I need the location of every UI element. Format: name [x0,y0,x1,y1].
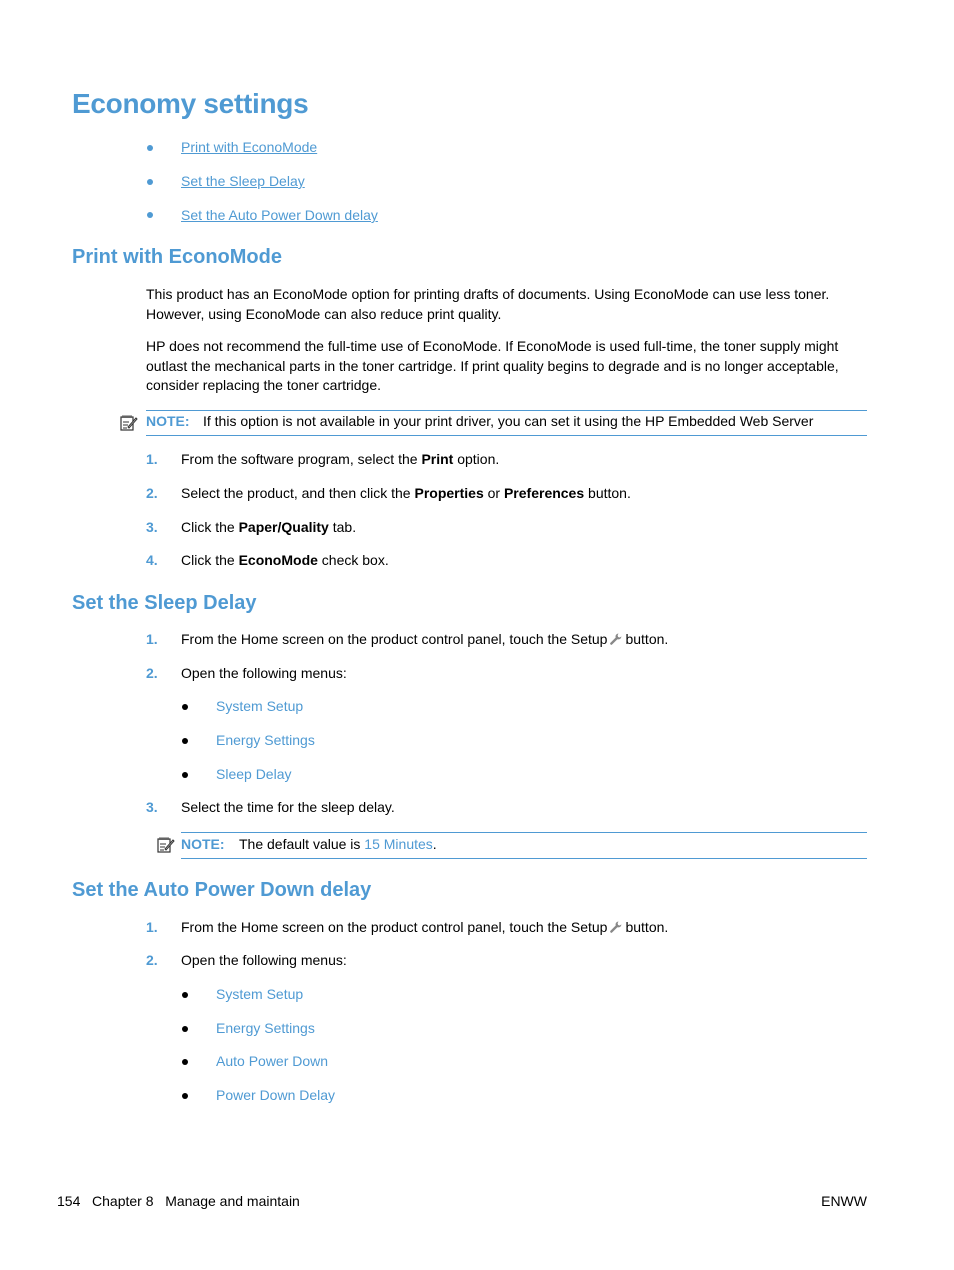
step-number: 1. [146,451,158,467]
step-text: Click the EconoMode check box. [181,552,389,568]
step-number: 3. [146,519,158,535]
chapter-title: Manage and maintain [165,1193,300,1209]
toc-link-autopower[interactable]: Set the Auto Power Down delay [181,207,378,223]
step-text: Open the following menus: [181,665,347,681]
note-text-part: . [432,836,437,852]
footer-right: ENWW [821,1193,867,1209]
note-text: The default value is 15 Minutes. [239,836,437,852]
toc-link-econo[interactable]: Print with EconoMode [181,139,317,155]
menu-item-sleep-delay: Sleep Delay [216,766,292,782]
step-text-part: Select the product, and then click the [181,485,415,501]
step-number: 1. [146,631,158,647]
bullet [182,704,188,710]
step-number: 2. [146,665,158,681]
note-top-rule [181,832,867,833]
bullet [147,212,153,218]
bullet [182,738,188,744]
note-label: NOTE: [146,413,190,429]
note-bottom-rule [146,435,867,436]
section-heading-autopower: Set the Auto Power Down delay [72,879,372,901]
section-heading-sleep: Set the Sleep Delay [72,592,257,614]
note-pencil-icon [120,415,138,431]
step-number: 1. [146,919,158,935]
step-text: Select the time for the sleep delay. [181,799,395,815]
step-text-part: tab. [328,519,357,535]
step-number: 2. [146,485,158,501]
step-text-part: check box. [317,552,389,568]
step-number: 4. [146,552,158,568]
ui-term: Paper/Quality [238,519,329,535]
bullet [182,1026,188,1032]
step-number: 2. [146,952,158,968]
bullet [147,145,153,151]
note-bottom-rule [181,858,867,859]
step-text-part: button. [625,919,669,935]
bullet [147,179,153,185]
step-text-part: Click the [181,552,239,568]
step-text: Open the following menus: [181,952,347,968]
menu-item-energy-settings: Energy Settings [216,1020,315,1036]
step-text: Select the product, and then click the P… [181,485,631,501]
menu-item-system-setup: System Setup [216,698,304,714]
paragraph: HP does not recommend the full-time use … [146,338,839,393]
step-text-part: or [483,485,504,501]
menu-item-power-down-delay: Power Down Delay [216,1087,336,1103]
bullet [182,1093,188,1099]
step-text-part: button. [625,631,669,647]
bullet [182,1059,188,1065]
step-text-part: Click the [181,519,239,535]
chapter-label: Chapter 8 [92,1193,154,1209]
page-number: 154 [57,1193,81,1209]
note-text-part: The default value is [239,836,365,852]
wrench-icon [610,633,622,645]
step-text: From the Home screen on the product cont… [181,631,668,647]
bullet [182,772,188,778]
bullet [182,992,188,998]
step-text: From the software program, select the Pr… [181,451,499,467]
step-text-part: From the Home screen on the product cont… [181,919,608,935]
page-title: Economy settings [72,88,309,119]
paragraph: This product has an EconoMode option for… [146,286,830,322]
wrench-icon [610,921,622,933]
step-text-part: From the software program, select the [181,451,422,467]
step-text-part: option. [453,451,500,467]
menu-item-auto-power-down: Auto Power Down [216,1053,329,1069]
step-text-part: button. [584,485,631,501]
note-text: If this option is not available in your … [203,413,814,429]
step-text: Click the Paper/Quality tab. [181,519,356,535]
note-label: NOTE: [181,836,225,852]
default-value: 15 Minutes [364,836,433,852]
step-text-part: From the Home screen on the product cont… [181,631,608,647]
toc-link-sleep[interactable]: Set the Sleep Delay [181,173,305,189]
step-number: 3. [146,799,158,815]
ui-term: Properties [414,485,484,501]
note-top-rule [146,410,867,411]
footer-left: 154 Chapter 8 Manage and maintain [57,1193,300,1209]
section-heading-econo: Print with EconoMode [72,246,282,268]
ui-term: Print [421,451,454,467]
ui-term: Preferences [503,485,585,501]
ui-term: EconoMode [238,552,318,568]
menu-item-energy-settings: Energy Settings [216,732,315,748]
menu-item-system-setup: System Setup [216,986,304,1002]
step-text: From the Home screen on the product cont… [181,919,668,935]
note-pencil-icon [157,837,175,853]
